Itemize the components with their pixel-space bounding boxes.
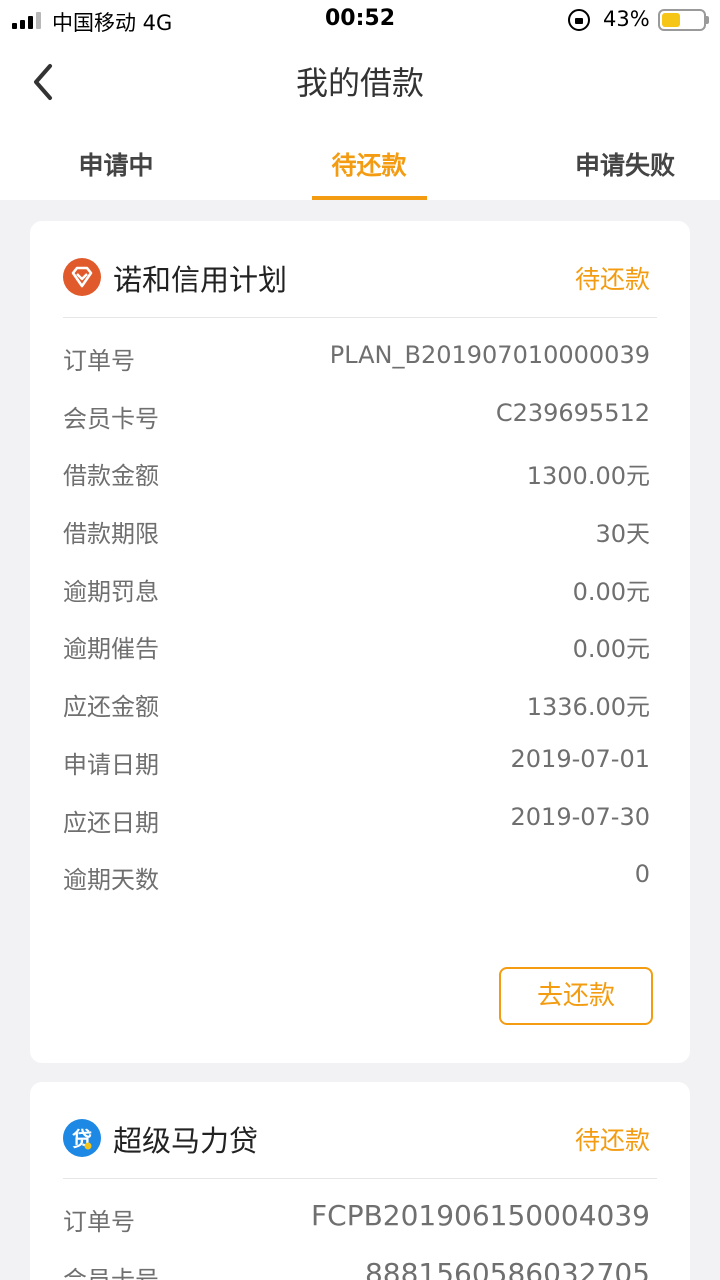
- detail-value: 0.00元: [572, 577, 650, 606]
- tab-underline: [312, 196, 427, 200]
- status-badge: 待还款: [574, 265, 650, 294]
- status-bar: 中国移动 4G 00:52 43%: [0, 0, 720, 40]
- detail-row-loan-term: 借款期限 30天: [63, 506, 650, 564]
- loan-details: 订单号 FCPB201906150004039 会员卡号 8881560586032…: [63, 1194, 650, 1280]
- detail-value: 8881560586032705: [364, 1256, 650, 1280]
- detail-label: 逾期天数: [63, 866, 159, 895]
- battery-icon: [658, 9, 706, 31]
- detail-row-order-number: 订单号 FCPB201906150004039: [63, 1194, 650, 1252]
- detail-row-overdue-penalty: 逾期罚息 0.00元: [63, 564, 650, 622]
- detail-label: 会员卡号: [63, 404, 159, 433]
- detail-value: PLAN_B201907010000039: [329, 341, 650, 369]
- detail-label: 申请日期: [63, 750, 159, 779]
- detail-label: 订单号: [63, 347, 135, 375]
- repay-button[interactable]: 去还款: [499, 967, 653, 1025]
- detail-row-overdue-notice: 逾期催告 0.00元: [63, 621, 650, 679]
- detail-value: 2019-07-01: [510, 744, 650, 773]
- tab-pending-repayment[interactable]: 待还款: [279, 146, 459, 182]
- detail-row-member-card: 会员卡号 C239695512: [63, 391, 650, 449]
- detail-label: 借款金额: [63, 462, 159, 491]
- detail-row-amount-due: 应还金额 1336.00元: [63, 679, 650, 737]
- detail-row-due-date: 应还日期 2019-07-30: [63, 795, 650, 853]
- detail-label: 应还金额: [63, 693, 159, 722]
- status-badge: 待还款: [574, 1126, 650, 1155]
- diamond-badge-icon: [63, 258, 101, 296]
- rotation-lock-icon: [568, 9, 590, 31]
- detail-value: C239695512: [495, 398, 650, 427]
- tab-applying[interactable]: 申请中: [26, 146, 206, 182]
- detail-value: 30天: [595, 520, 650, 549]
- loan-details: 订单号 PLAN_B201907010000039 会员卡号 C239695512 …: [63, 333, 650, 910]
- detail-value: 1300.00元: [526, 462, 650, 491]
- loan-product-name: 超级马力贷: [113, 1124, 259, 1158]
- loan-product-name: 诺和信用计划: [113, 263, 288, 297]
- detail-row-member-card: 会员卡号 8881560586032705: [63, 1252, 650, 1280]
- detail-label: 订单号: [63, 1208, 135, 1236]
- battery-percent: 43%: [603, 7, 650, 31]
- detail-row-apply-date: 申请日期 2019-07-01: [63, 737, 650, 795]
- tab-application-failed[interactable]: 申请失败: [535, 146, 715, 182]
- detail-value: 2019-07-30: [510, 802, 650, 831]
- detail-value: 1336.00元: [526, 693, 650, 722]
- detail-value: FCPB201906150004039: [311, 1199, 650, 1232]
- loan-card-header: 诺和信用计划 待还款: [30, 221, 690, 317]
- loan-card: 贷 超级马力贷 待还款 订单号 FCPB201906150004039 会员卡号 8…: [30, 1082, 690, 1280]
- battery-nub: [706, 16, 709, 24]
- detail-label: 借款期限: [63, 520, 159, 549]
- detail-value: 0.00元: [572, 635, 650, 664]
- nav-bar: 我的借款: [0, 40, 720, 122]
- detail-row-order-number: 订单号 PLAN_B201907010000039: [63, 333, 650, 391]
- detail-label: 逾期催告: [63, 635, 159, 664]
- loan-badge-icon: 贷: [63, 1119, 101, 1157]
- detail-label: 应还日期: [63, 808, 159, 837]
- divider: [63, 1178, 657, 1179]
- page-title: 我的借款: [295, 64, 424, 102]
- loan-card: 诺和信用计划 待还款 订单号 PLAN_B201907010000039 会员卡号…: [30, 221, 690, 1063]
- detail-label: 逾期罚息: [63, 577, 159, 606]
- tab-bar: 申请中 待还款 申请失败: [0, 122, 720, 200]
- divider: [63, 317, 657, 318]
- loan-card-header: 贷 超级马力贷 待还款: [30, 1082, 690, 1178]
- detail-row-loan-amount: 借款金额 1300.00元: [63, 448, 650, 506]
- detail-row-overdue-days: 逾期天数 0: [63, 852, 650, 910]
- detail-label: 会员卡号: [63, 1265, 159, 1280]
- detail-value: 0: [634, 860, 650, 889]
